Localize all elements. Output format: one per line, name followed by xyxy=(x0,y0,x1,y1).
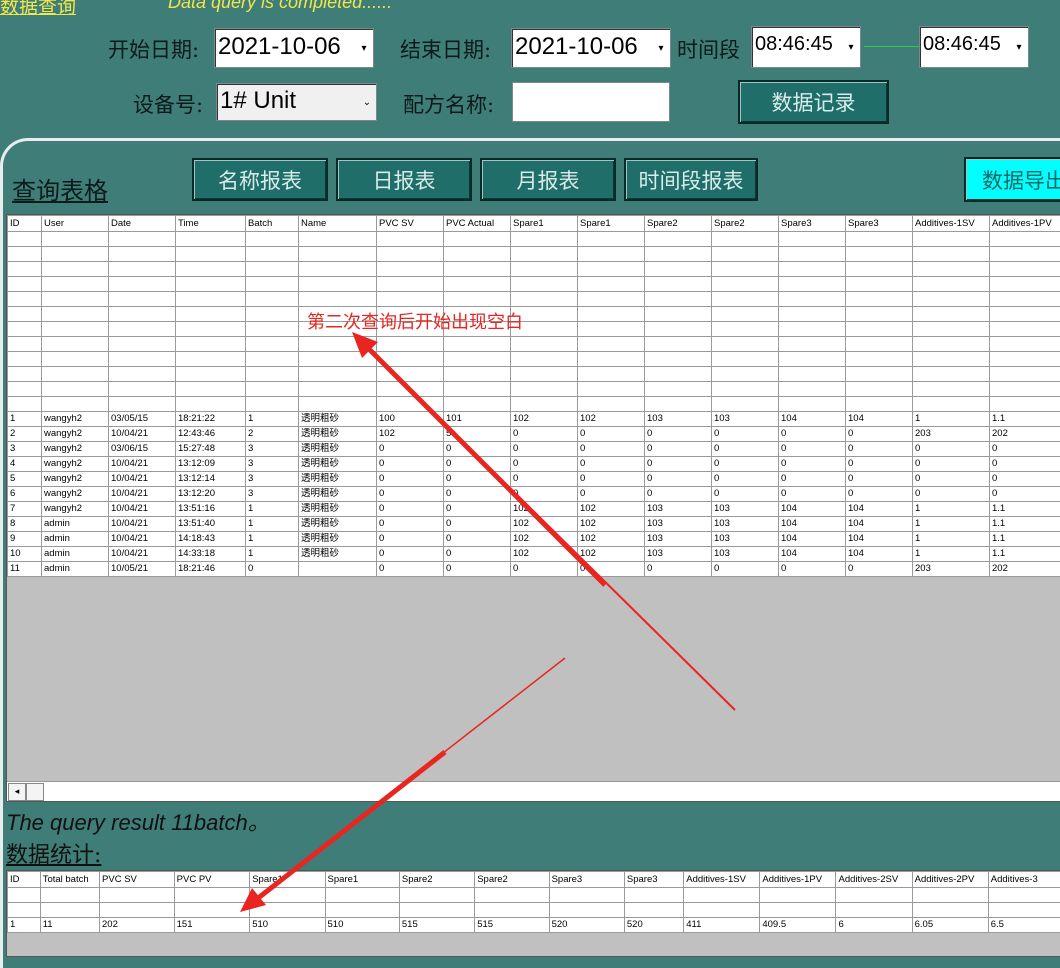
arrow-down-left xyxy=(248,752,445,906)
annotation-overlay xyxy=(0,0,1060,951)
annotation-text: 第二次查询后开始出现空白 xyxy=(307,308,523,334)
arrow-up-left xyxy=(358,338,605,585)
arrow-head-down xyxy=(240,888,266,912)
